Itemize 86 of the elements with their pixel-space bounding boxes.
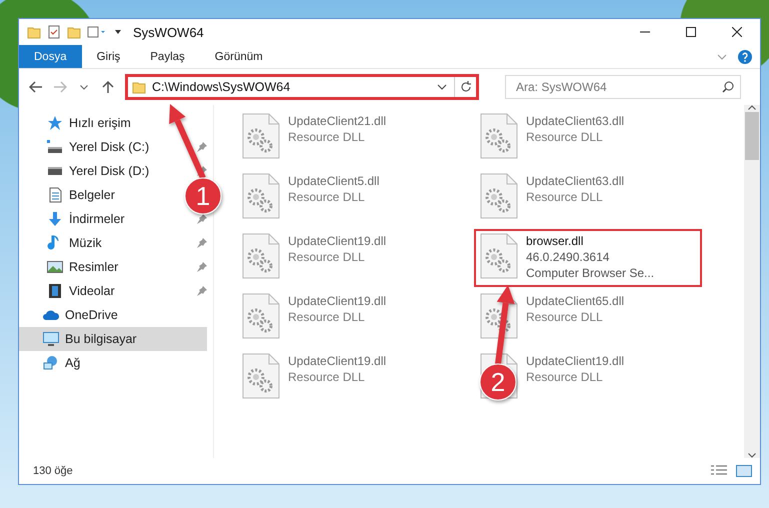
scroll-thumb[interactable] bbox=[745, 112, 759, 160]
sidebar-item[interactable]: Yerel Disk (D:) bbox=[19, 159, 156, 183]
pin-icon bbox=[197, 286, 207, 296]
ribbon-tab[interactable]: Giriş bbox=[82, 45, 136, 68]
file-detail: Resource DLL bbox=[526, 369, 604, 385]
large-icons-view-icon bbox=[736, 464, 752, 478]
drive-icon bbox=[47, 139, 63, 155]
file-detail: Resource DLL bbox=[288, 369, 366, 385]
sidebar-item[interactable]: Bu bilgisayar bbox=[19, 327, 207, 351]
maximize-icon bbox=[686, 27, 696, 37]
sidebar-item[interactable]: Hızlı erişim bbox=[19, 111, 137, 135]
settings-file-icon bbox=[242, 353, 280, 399]
picture-icon bbox=[47, 259, 63, 275]
chevron-down-icon bbox=[80, 84, 88, 90]
forward-arrow-icon bbox=[53, 81, 67, 93]
ribbon-tab[interactable]: Paylaş bbox=[135, 45, 200, 68]
sidebar-item[interactable]: Müzik bbox=[19, 231, 108, 255]
file-name: browser.dll bbox=[526, 233, 584, 249]
file-name: UpdateClient63.dll bbox=[526, 173, 624, 189]
settings-file-icon bbox=[242, 173, 280, 219]
sidebar-item[interactable]: İndirmeler bbox=[19, 207, 131, 231]
drive-icon bbox=[47, 167, 63, 175]
sidebar-item[interactable]: Resimler bbox=[19, 255, 124, 279]
file-name: UpdateClient19.dll bbox=[526, 353, 624, 369]
pin-icon bbox=[197, 238, 207, 248]
settings-file-icon bbox=[242, 293, 280, 339]
ribbon-tab[interactable]: Görünüm bbox=[200, 45, 278, 68]
properties-icon bbox=[87, 25, 107, 39]
minimize-icon bbox=[640, 31, 650, 33]
network-icon bbox=[43, 355, 59, 371]
file-name: UpdateClient63.dll bbox=[526, 113, 624, 129]
file-name: UpdateClient21.dll bbox=[288, 113, 386, 129]
folder-icon bbox=[27, 25, 41, 39]
step-number: 2 bbox=[490, 367, 506, 397]
up-arrow-icon bbox=[102, 80, 114, 94]
sidebar-item[interactable]: Belgeler bbox=[19, 183, 121, 207]
pin-icon bbox=[197, 262, 207, 272]
settings-file-icon bbox=[480, 113, 518, 159]
file-detail: 46.0.2490.3614 bbox=[526, 249, 610, 265]
computer-icon bbox=[43, 331, 59, 347]
sidebar-item[interactable]: OneDrive bbox=[19, 303, 124, 327]
step-number: 1 bbox=[196, 181, 210, 211]
settings-file-icon bbox=[242, 113, 280, 159]
settings-file-icon bbox=[480, 233, 518, 279]
file-detail: Resource DLL bbox=[288, 189, 366, 205]
window-title: SysWOW64 bbox=[133, 24, 204, 40]
file-detail: Resource DLL bbox=[526, 129, 604, 145]
file-name: UpdateClient19.dll bbox=[288, 233, 386, 249]
folder-icon bbox=[67, 25, 81, 39]
file-name: UpdateClient19.dll bbox=[288, 353, 386, 369]
film-icon bbox=[47, 283, 63, 299]
sidebar-item[interactable]: Videolar bbox=[19, 279, 121, 303]
address-field[interactable]: C:\Windows\SysWOW64 bbox=[125, 74, 479, 100]
help-icon bbox=[738, 50, 752, 64]
settings-file-icon bbox=[480, 173, 518, 219]
checklist-icon bbox=[47, 25, 61, 39]
file-detail: Resource DLL bbox=[288, 249, 366, 265]
close-icon bbox=[732, 27, 742, 37]
step-badge bbox=[184, 178, 222, 214]
star-icon bbox=[47, 115, 63, 131]
search-field[interactable]: Ara: SysWOW64 bbox=[505, 75, 741, 99]
scroll-up-icon bbox=[748, 105, 756, 110]
scroll-down-icon bbox=[748, 453, 756, 458]
step-badge bbox=[480, 364, 516, 400]
file-detail: Resource DLL bbox=[288, 309, 366, 325]
file-detail: Resource DLL bbox=[526, 309, 604, 325]
search-icon bbox=[722, 81, 734, 93]
item-count: 130 öğe bbox=[33, 465, 74, 477]
back-arrow-icon bbox=[29, 81, 43, 93]
file-name: UpdateClient5.dll bbox=[288, 173, 380, 189]
download-icon bbox=[47, 211, 63, 227]
pin-icon bbox=[197, 142, 207, 152]
file-detail: Computer Browser Se... bbox=[526, 265, 654, 281]
pin-icon bbox=[197, 214, 207, 224]
refresh-icon bbox=[460, 81, 472, 93]
ribbon-tab[interactable]: Dosya bbox=[19, 45, 82, 68]
document-icon bbox=[47, 187, 63, 203]
sidebar-item[interactable]: Ağ bbox=[19, 351, 86, 375]
sidebar-item[interactable]: Yerel Disk (C:) bbox=[19, 135, 156, 159]
scrollbar[interactable] bbox=[744, 105, 760, 458]
folder-icon bbox=[132, 80, 146, 94]
file-detail: Resource DLL bbox=[526, 189, 604, 205]
file-name: UpdateClient19.dll bbox=[288, 293, 386, 309]
settings-file-icon bbox=[242, 233, 280, 279]
file-detail: Resource DLL bbox=[288, 129, 366, 145]
file-name: UpdateClient65.dll bbox=[526, 293, 624, 309]
